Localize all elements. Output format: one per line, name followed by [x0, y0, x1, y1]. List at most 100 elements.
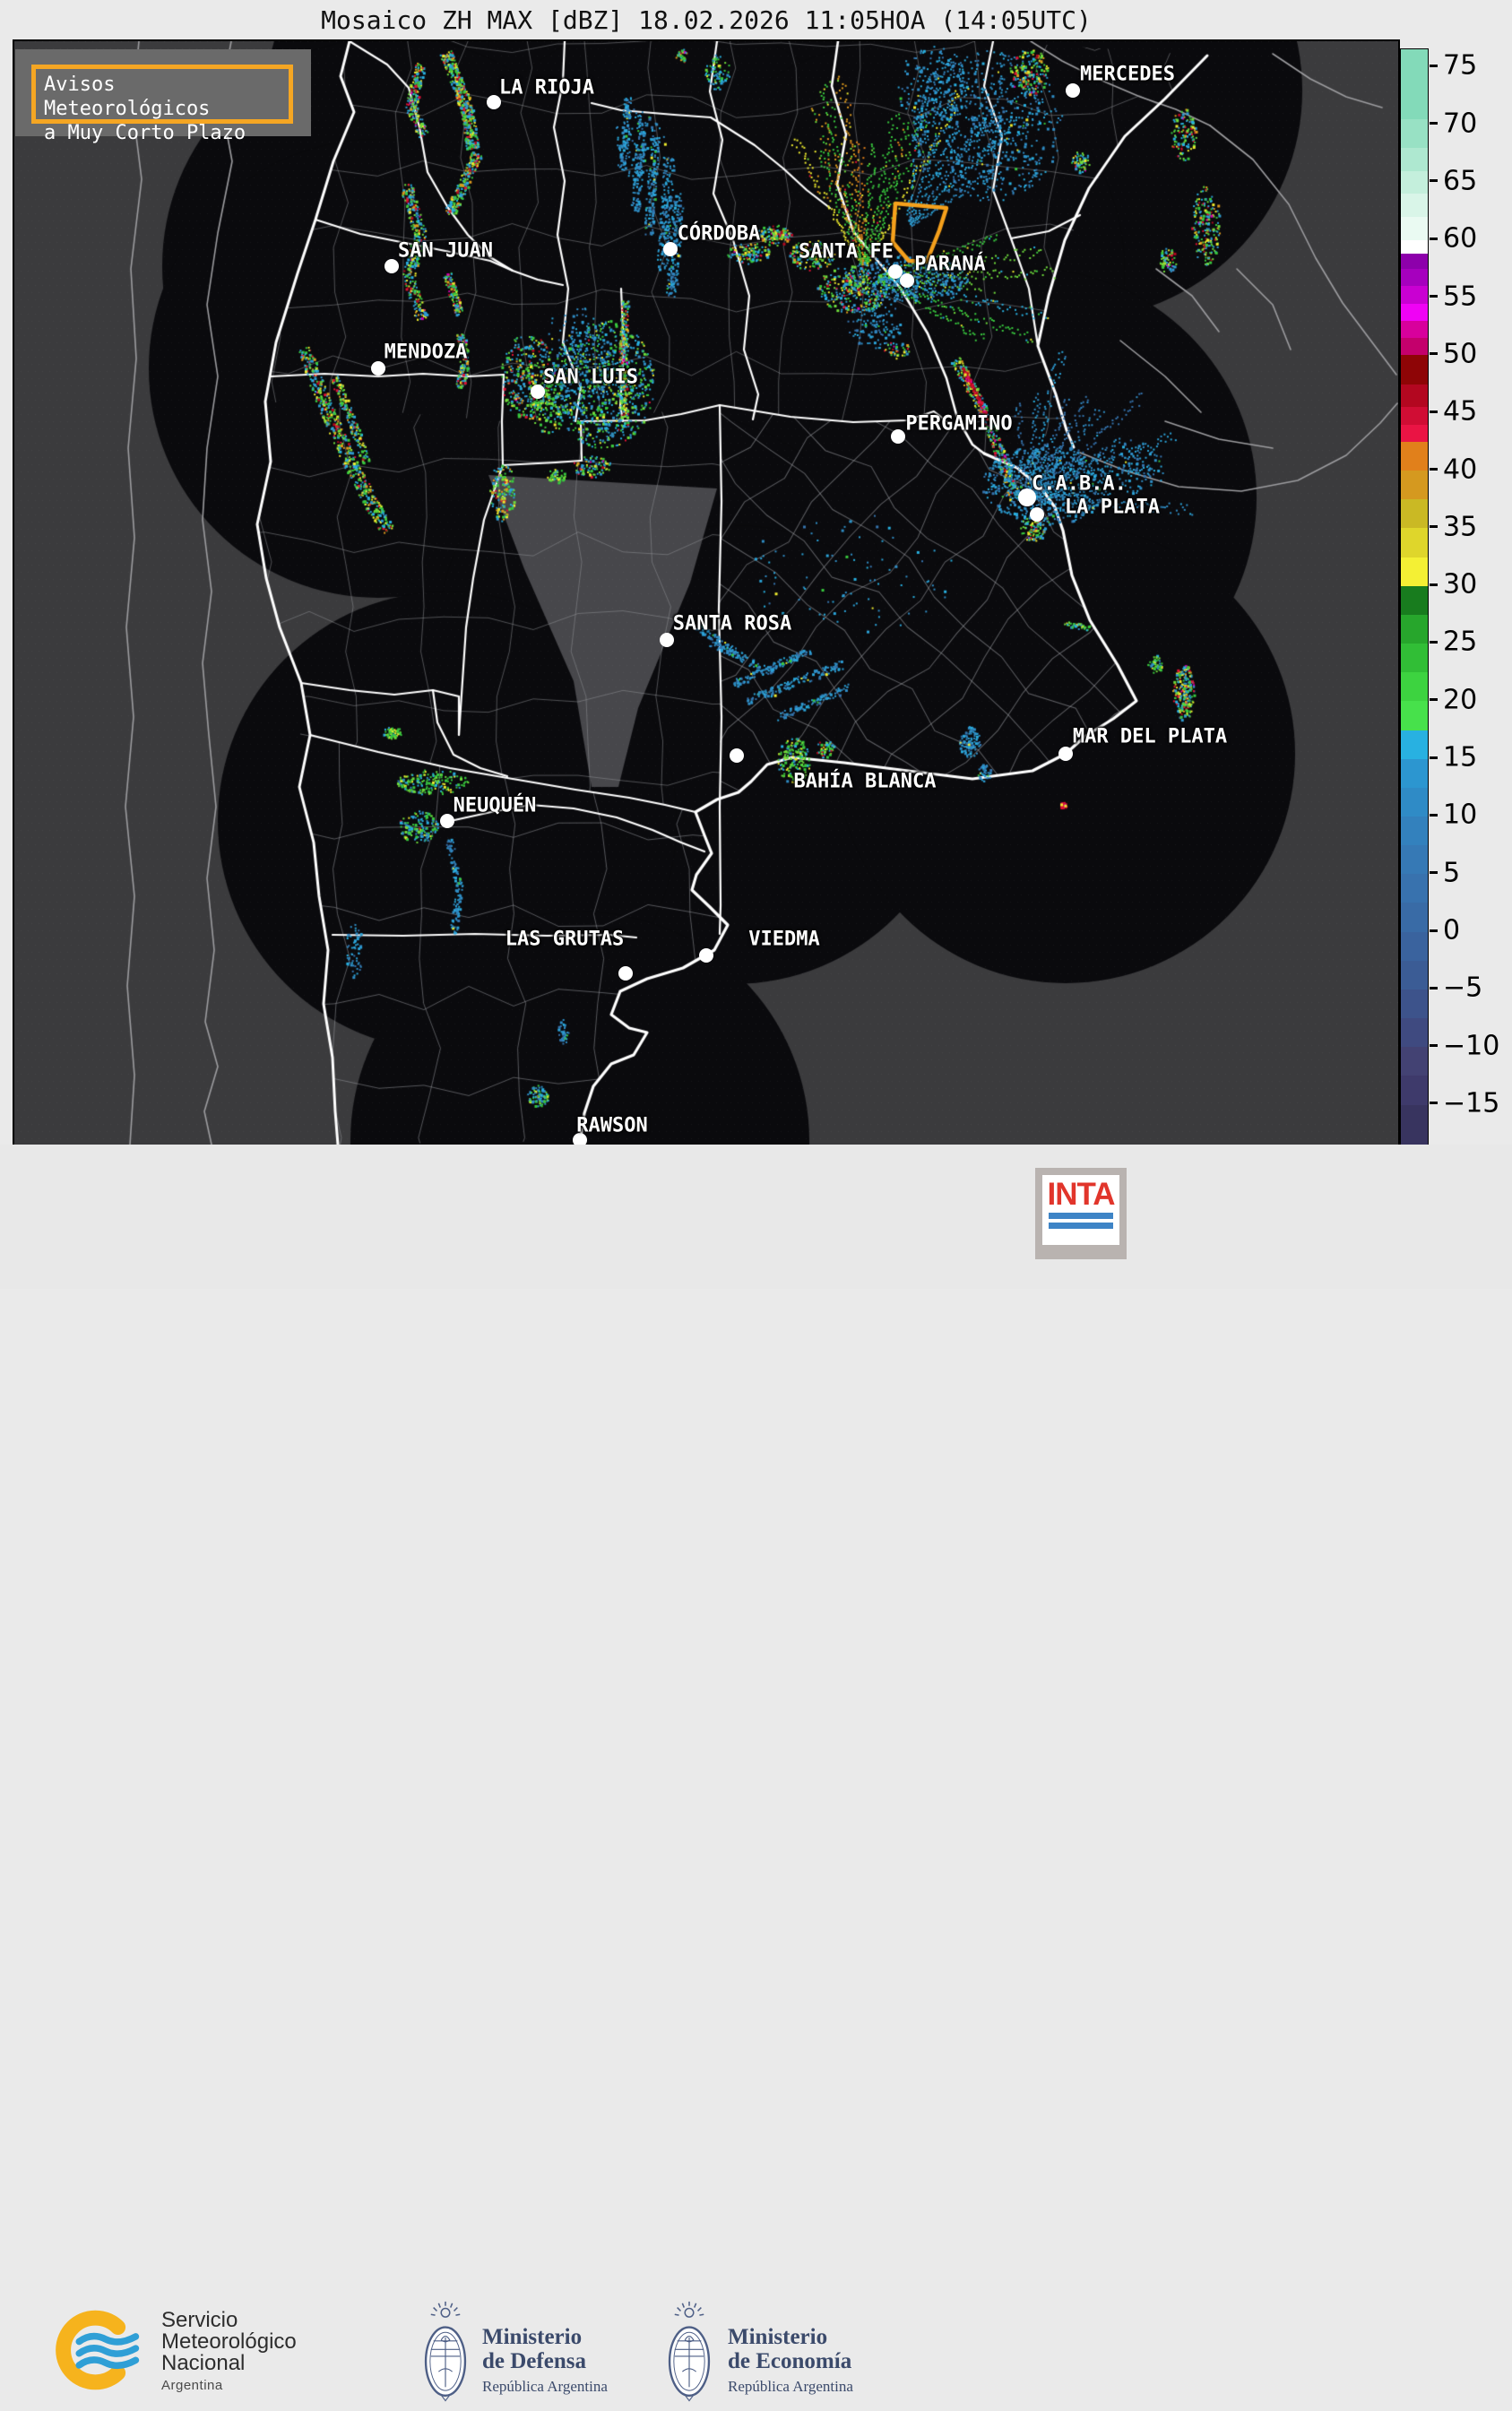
colorbar-segment [1401, 239, 1428, 255]
warning-legend-border: Avisos Meteorológicos a Muy Corto Plazo [31, 65, 293, 144]
colorbar-segment [1401, 729, 1428, 759]
city-dot [618, 966, 633, 981]
colorbar-tick [1430, 929, 1438, 932]
inta-logo: INTA [1035, 1168, 1127, 1259]
city-dot [1058, 747, 1073, 761]
colorbar-segment [1401, 406, 1428, 425]
colorbar-segment [1401, 816, 1428, 846]
city-dot [1066, 83, 1080, 98]
inta-wordmark: INTA [1047, 1177, 1115, 1212]
colorbar-tick-label: 40 [1443, 454, 1478, 485]
colorbar-segment [1401, 268, 1428, 287]
city-label: MERCEDES [1080, 63, 1175, 86]
colorbar-segment [1401, 671, 1428, 702]
colorbar-tick-label: 30 [1443, 568, 1478, 601]
colorbar-segment [1401, 441, 1428, 471]
city-label: RAWSON [576, 1114, 648, 1137]
smn-line1: Servicio [161, 2308, 238, 2332]
economia-line3: República Argentina [728, 2378, 853, 2395]
colorbar-segment [1401, 844, 1428, 875]
colorbar-tick-label: −15 [1443, 1087, 1500, 1119]
colorbar-tick [1430, 813, 1438, 817]
smn-logo [56, 2310, 140, 2390]
city-dot [891, 429, 905, 444]
warning-legend-line1: Avisos Meteorológicos [44, 73, 211, 120]
city-label: SANTA FE [799, 240, 894, 264]
colorbar-segment [1401, 354, 1428, 385]
colorbar-tick [1430, 352, 1438, 356]
colorbar-segment [1401, 1046, 1428, 1076]
defensa-line2: de Defensa [482, 2349, 586, 2373]
map-title: Mosaico ZH MAX [dBZ] 18.02.2026 11:05HOA… [321, 5, 1092, 35]
colorbar-segment [1401, 337, 1428, 356]
colorbar-segment [1401, 614, 1428, 644]
city-dot [1030, 507, 1044, 522]
colorbar-segment [1401, 320, 1428, 339]
colorbar-tick [1430, 237, 1438, 240]
inta-bar-2 [1049, 1223, 1113, 1230]
colorbar-tick [1430, 410, 1438, 413]
city-label: CÓRDOBA [677, 222, 761, 246]
colorbar-segment [1401, 216, 1428, 240]
smn-line4: Argentina [161, 2378, 223, 2393]
colorbar-segment [1401, 873, 1428, 903]
colorbar-tick [1430, 871, 1438, 875]
colorbar-tick-label: 5 [1443, 857, 1461, 889]
colorbar-tick-label: −10 [1443, 1030, 1500, 1062]
economia-line1: Ministerio [728, 2325, 828, 2349]
colorbar-tick [1430, 179, 1438, 183]
colorbar-segment [1401, 902, 1428, 932]
ministerio-economia: Ministerio de Economía República Argenti… [728, 2325, 853, 2396]
city-label: SANTA ROSA [672, 612, 792, 635]
colorbar-segment [1401, 527, 1428, 557]
city-dot [900, 273, 914, 288]
colorbar-segment [1401, 1075, 1428, 1105]
city-label: C.A.B.A. [1032, 472, 1127, 496]
colorbar-segment [1401, 1017, 1428, 1048]
radar-map: LA RIOJA MERCEDES SAN JUAN CÓRDOBA SANTA FE P… [13, 39, 1400, 1146]
smn-line3: Nacional [161, 2351, 246, 2375]
city-dot [660, 633, 674, 647]
city-dot [371, 361, 385, 376]
colorbar-segment [1401, 643, 1428, 673]
colorbar-tick-label: 25 [1443, 626, 1478, 658]
colorbar-segment [1401, 384, 1428, 408]
defensa-line1: Ministerio [482, 2325, 583, 2349]
colorbar-tick [1430, 525, 1438, 529]
colorbar-segment [1401, 585, 1428, 615]
colorbar-segment [1401, 556, 1428, 586]
warning-legend-line2: a Muy Corto Plazo [44, 122, 246, 144]
inta-bar-1 [1049, 1213, 1113, 1220]
colorbar-tick [1430, 64, 1438, 67]
colorbar-segment [1401, 424, 1428, 442]
colorbar-tick [1430, 122, 1438, 125]
colorbar-tick-label: 15 [1443, 741, 1478, 773]
colorbar-tick-label: 35 [1443, 511, 1478, 543]
colorbar-tick-label: 60 [1443, 222, 1478, 255]
footer: Servicio Meteorológico Nacional Argentin… [0, 1145, 1512, 2402]
smn-wordmark: Servicio Meteorológico Nacional Argentin… [161, 2308, 297, 2394]
city-label: PARANÁ [914, 253, 986, 276]
colorbar-segment [1401, 302, 1428, 321]
colorbar-segment [1401, 960, 1428, 989]
colorbar-tick-label: 20 [1443, 684, 1478, 716]
colorbar-tick [1430, 756, 1438, 759]
city-dot [663, 242, 678, 256]
colorbar-tick-label: −5 [1443, 972, 1483, 1004]
colorbar-tick-label: 10 [1443, 799, 1478, 831]
colorbar-segment [1401, 498, 1428, 529]
smn-line2: Meteorológico [161, 2329, 297, 2354]
colorbar-tick-label: 0 [1443, 914, 1461, 946]
city-label: SAN LUIS [543, 366, 638, 389]
city-label: LAS GRUTAS [505, 928, 625, 951]
colorbar-segment [1401, 787, 1428, 817]
colorbar-segment [1401, 700, 1428, 730]
colorbar-segment [1401, 118, 1428, 148]
colorbar-tick [1430, 583, 1438, 586]
reflectivity-colorbar [1400, 48, 1429, 1145]
colorbar-tick [1430, 640, 1438, 644]
colorbar-tick-label: 55 [1443, 281, 1478, 313]
colorbar-segment [1401, 49, 1428, 119]
city-label: PERGAMINO [905, 412, 1013, 436]
radar-mosaic-canvas [14, 41, 1398, 1145]
